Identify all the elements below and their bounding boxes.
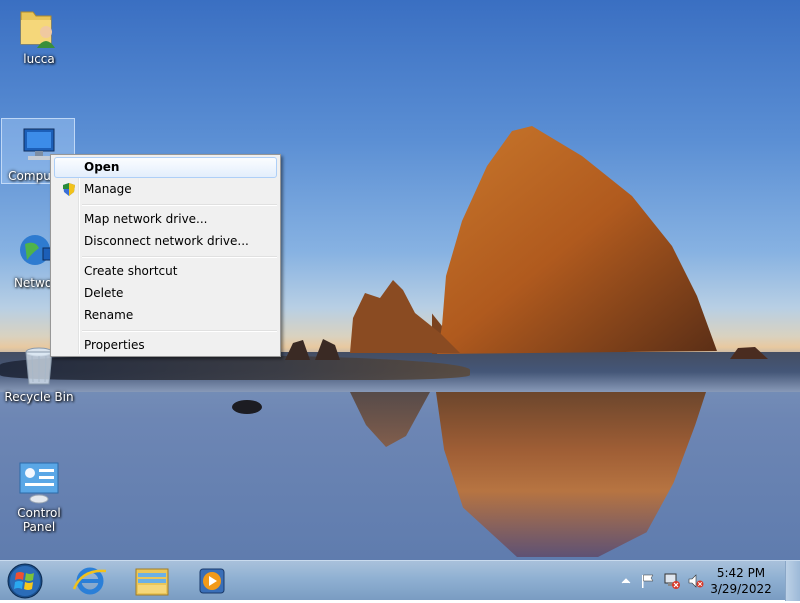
menu-item-map-network-drive[interactable]: Map network drive... xyxy=(54,209,277,230)
media-player-icon xyxy=(199,568,225,594)
desktop-icon-control-panel[interactable]: Control Panel xyxy=(2,460,76,534)
wallpaper-small-rock xyxy=(350,280,460,353)
menu-item-label: Disconnect network drive... xyxy=(84,234,249,248)
wallpaper-reflection-small xyxy=(350,392,430,447)
internet-explorer-icon xyxy=(72,567,107,595)
menu-separator xyxy=(82,204,277,206)
taskbar-media-player[interactable] xyxy=(186,563,242,599)
menu-item-label: Map network drive... xyxy=(84,212,208,226)
menu-item-delete[interactable]: Delete xyxy=(54,283,277,304)
menu-item-open[interactable]: Open xyxy=(54,157,277,178)
menu-separator xyxy=(82,256,277,258)
file-explorer-icon xyxy=(135,568,169,596)
user-folder-icon xyxy=(17,6,61,50)
menu-item-label: Manage xyxy=(84,182,132,196)
menu-item-disconnect-network-drive[interactable]: Disconnect network drive... xyxy=(54,231,277,252)
show-desktop-button[interactable] xyxy=(785,561,800,601)
action-center-flag-icon[interactable] xyxy=(640,573,656,589)
desktop-icon-label: Control Panel xyxy=(17,506,61,534)
uac-shield-icon xyxy=(63,183,75,196)
menu-item-label: Delete xyxy=(84,286,124,300)
desktop-icon-label: lucca xyxy=(23,52,55,66)
wallpaper-beach-rock xyxy=(232,400,262,414)
clock-time: 5:42 PM xyxy=(716,566,766,580)
wallpaper-reflection xyxy=(436,392,706,557)
show-hidden-icons-chevron[interactable] xyxy=(618,573,634,589)
taskbar: 5:42 PM 3/29/2022 xyxy=(0,560,800,601)
taskbar-internet-explorer[interactable] xyxy=(62,563,118,599)
start-button[interactable] xyxy=(4,562,46,600)
menu-separator xyxy=(82,330,277,332)
control-panel-icon xyxy=(17,460,61,504)
menu-item-manage[interactable]: Manage xyxy=(54,179,277,200)
desktop-icon-user-folder[interactable]: lucca xyxy=(2,6,76,66)
menu-item-label: Create shortcut xyxy=(84,264,178,278)
menu-item-label: Rename xyxy=(84,308,134,322)
context-menu: Open Manage Map network drive... Disconn… xyxy=(50,154,281,357)
system-clock[interactable]: 5:42 PM 3/29/2022 xyxy=(706,565,776,597)
clock-date: 3/29/2022 xyxy=(710,582,772,596)
menu-item-label: Open xyxy=(84,160,120,174)
windows-orb-icon xyxy=(7,563,43,599)
wallpaper-far-rock xyxy=(730,347,768,359)
network-error-icon[interactable] xyxy=(664,573,680,589)
wallpaper-haystack-rock xyxy=(432,126,717,354)
volume-muted-icon[interactable] xyxy=(688,573,704,589)
menu-item-create-shortcut[interactable]: Create shortcut xyxy=(54,261,277,282)
desktop-icon-label: Recycle Bin xyxy=(4,390,74,404)
taskbar-windows-explorer[interactable] xyxy=(124,563,180,599)
menu-item-properties[interactable]: Properties xyxy=(54,335,277,356)
menu-item-label: Properties xyxy=(84,338,145,352)
wallpaper-pebbles xyxy=(285,339,340,360)
menu-item-rename[interactable]: Rename xyxy=(54,305,277,326)
